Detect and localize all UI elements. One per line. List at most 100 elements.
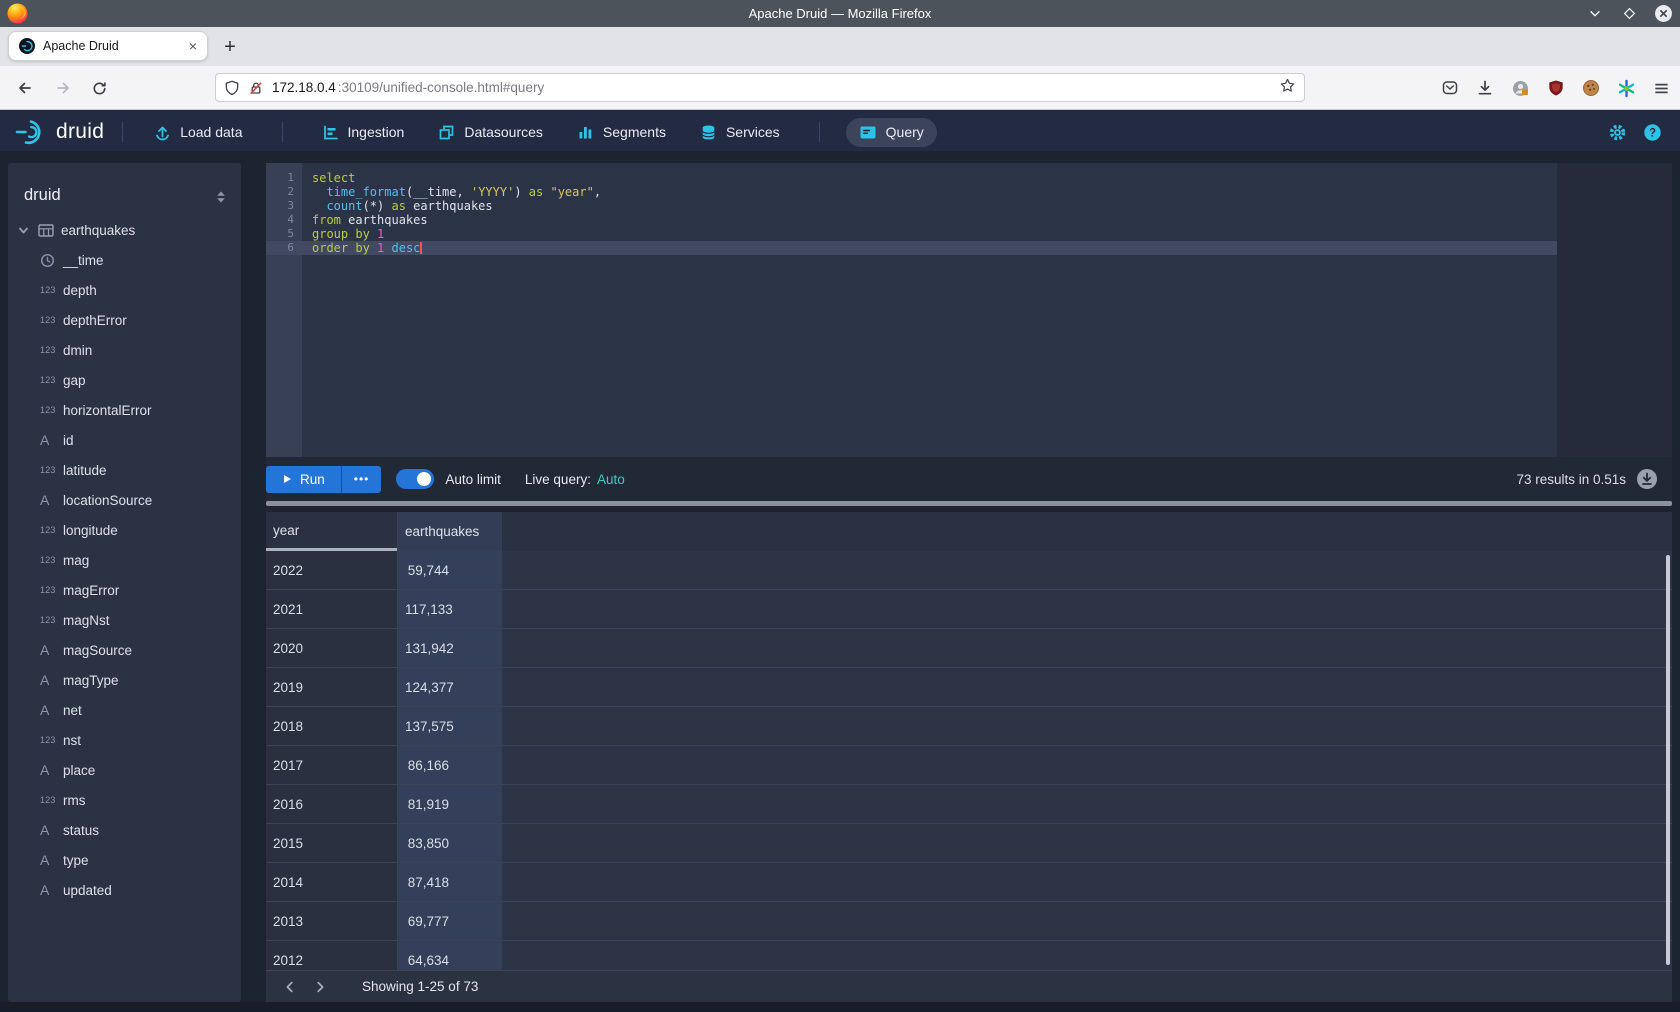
druid-brand[interactable]: druid — [14, 118, 104, 146]
cookie-icon[interactable] — [1582, 79, 1600, 97]
sidebar-column-horizontalError[interactable]: 123horizontalError — [8, 395, 241, 425]
column-header-earthquakes[interactable]: earthquakes — [397, 512, 502, 551]
result-row-2015[interactable]: 201583,850 — [266, 824, 1672, 863]
sidebar-column-magSource[interactable]: AmagSource — [8, 635, 241, 665]
sidebar-column-updated[interactable]: Aupdated — [8, 875, 241, 905]
cell-year[interactable]: 2015 — [266, 824, 397, 863]
maximize-icon[interactable] — [1618, 3, 1640, 25]
nav-load-data[interactable]: Load data — [141, 118, 255, 147]
account-containers-icon[interactable] — [1511, 79, 1530, 98]
sql-editor[interactable]: 1select2 time_format(__time, 'YYYY') as … — [266, 163, 1557, 457]
sidebar-column-depth[interactable]: 123depth — [8, 275, 241, 305]
cell-earthquakes[interactable]: 137,575 — [397, 707, 502, 746]
code-line-2[interactable]: 2 time_format(__time, 'YYYY') as "year", — [266, 185, 1557, 199]
next-page-icon[interactable] — [308, 975, 332, 999]
sidebar-column-type[interactable]: Atype — [8, 845, 241, 875]
downloads-icon[interactable] — [1476, 79, 1494, 97]
help-icon[interactable]: ? — [1643, 123, 1662, 142]
results-scrollbar[interactable] — [1666, 555, 1670, 965]
cell-earthquakes[interactable]: 117,133 — [397, 590, 502, 629]
nav-ingestion[interactable]: Ingestion — [309, 118, 418, 147]
cell-year[interactable]: 2017 — [266, 746, 397, 785]
cell-year[interactable]: 2018 — [266, 707, 397, 746]
sidebar-column-nst[interactable]: 123nst — [8, 725, 241, 755]
new-tab-button[interactable]: + — [216, 33, 244, 61]
sidebar-column-gap[interactable]: 123gap — [8, 365, 241, 395]
download-results-icon[interactable] — [1636, 468, 1658, 490]
cell-year[interactable]: 2021 — [266, 590, 397, 629]
cell-earthquakes[interactable]: 131,942 — [397, 629, 502, 668]
cell-earthquakes[interactable]: 86,166 — [397, 746, 502, 785]
sidebar-column-locationSource[interactable]: AlocationSource — [8, 485, 241, 515]
cell-earthquakes[interactable]: 69,777 — [397, 902, 502, 941]
live-query-control[interactable]: Live query: Auto — [525, 472, 625, 487]
sidebar-column-magError[interactable]: 123magError — [8, 575, 241, 605]
result-row-2017[interactable]: 201786,166 — [266, 746, 1672, 785]
sidebar-column-place[interactable]: Aplace — [8, 755, 241, 785]
cell-earthquakes[interactable]: 64,634 — [397, 941, 502, 970]
bookmark-star-icon[interactable] — [1279, 77, 1296, 99]
sidebar-column-status[interactable]: Astatus — [8, 815, 241, 845]
sidebar-column-__time[interactable]: __time — [8, 245, 241, 275]
result-row-2020[interactable]: 2020131,942 — [266, 629, 1672, 668]
result-row-2014[interactable]: 201487,418 — [266, 863, 1672, 902]
nav-datasources[interactable]: Datasources — [425, 118, 556, 147]
reload-icon[interactable] — [86, 75, 112, 101]
cell-earthquakes[interactable]: 81,919 — [397, 785, 502, 824]
table-earthquakes[interactable]: earthquakes — [8, 215, 241, 245]
back-icon[interactable] — [12, 75, 38, 101]
sidebar-column-dmin[interactable]: 123dmin — [8, 335, 241, 365]
auto-limit-toggle[interactable] — [396, 469, 434, 489]
cell-year[interactable]: 2022 — [266, 551, 397, 590]
minimize-icon[interactable] — [1584, 3, 1606, 25]
tab-close-icon[interactable]: × — [189, 39, 197, 53]
ublock-icon[interactable] — [1547, 79, 1565, 97]
settings-gear-icon[interactable] — [1608, 123, 1627, 142]
result-row-2012[interactable]: 201264,634 — [266, 941, 1672, 970]
extension-asterisk-icon[interactable] — [1617, 79, 1636, 98]
sidebar-column-magNst[interactable]: 123magNst — [8, 605, 241, 635]
sidebar-column-depthError[interactable]: 123depthError — [8, 305, 241, 335]
cell-year[interactable]: 2016 — [266, 785, 397, 824]
cell-earthquakes[interactable]: 59,744 — [397, 551, 502, 590]
shield-icon[interactable] — [224, 80, 240, 96]
cell-earthquakes[interactable]: 87,418 — [397, 863, 502, 902]
code-line-1[interactable]: 1select — [266, 171, 1557, 185]
result-row-2019[interactable]: 2019124,377 — [266, 668, 1672, 707]
url-bar[interactable]: 172.18.0.4:30109/unified-console.html#qu… — [215, 73, 1305, 102]
run-button[interactable]: Run — [266, 466, 341, 493]
cell-year[interactable]: 2019 — [266, 668, 397, 707]
result-row-2021[interactable]: 2021117,133 — [266, 590, 1672, 629]
result-row-2018[interactable]: 2018137,575 — [266, 707, 1672, 746]
result-row-2013[interactable]: 201369,777 — [266, 902, 1672, 941]
sidebar-column-net[interactable]: Anet — [8, 695, 241, 725]
result-row-2022[interactable]: 202259,744 — [266, 551, 1672, 590]
code-line-6[interactable]: 6order by 1 desc — [266, 241, 1557, 255]
caret-sort-icon[interactable] — [215, 189, 227, 205]
cell-earthquakes[interactable]: 124,377 — [397, 668, 502, 707]
cell-year[interactable]: 2020 — [266, 629, 397, 668]
cell-year[interactable]: 2013 — [266, 902, 397, 941]
sidebar-column-id[interactable]: Aid — [8, 425, 241, 455]
cell-year[interactable]: 2012 — [266, 941, 397, 970]
tab-apache-druid[interactable]: Apache Druid × — [8, 31, 208, 61]
sidebar-column-magType[interactable]: AmagType — [8, 665, 241, 695]
forward-icon[interactable] — [50, 75, 76, 101]
run-more-button[interactable]: ••• — [341, 466, 382, 493]
cell-earthquakes[interactable]: 83,850 — [397, 824, 502, 863]
nav-services[interactable]: Services — [687, 118, 793, 147]
chevron-down-icon[interactable] — [18, 225, 38, 236]
nav-segments[interactable]: Segments — [564, 118, 679, 147]
code-line-4[interactable]: 4from earthquakes — [266, 213, 1557, 227]
pocket-icon[interactable] — [1441, 79, 1459, 97]
panel-splitter[interactable] — [266, 501, 1672, 506]
prev-page-icon[interactable] — [278, 975, 302, 999]
live-query-value[interactable]: Auto — [597, 472, 625, 487]
result-row-2016[interactable]: 201681,919 — [266, 785, 1672, 824]
nav-query[interactable]: Query — [846, 118, 937, 147]
sidebar-column-longitude[interactable]: 123longitude — [8, 515, 241, 545]
code-line-3[interactable]: 3 count(*) as earthquakes — [266, 199, 1557, 213]
close-icon[interactable] — [1652, 3, 1674, 25]
sidebar-column-rms[interactable]: 123rms — [8, 785, 241, 815]
sidebar-column-mag[interactable]: 123mag — [8, 545, 241, 575]
